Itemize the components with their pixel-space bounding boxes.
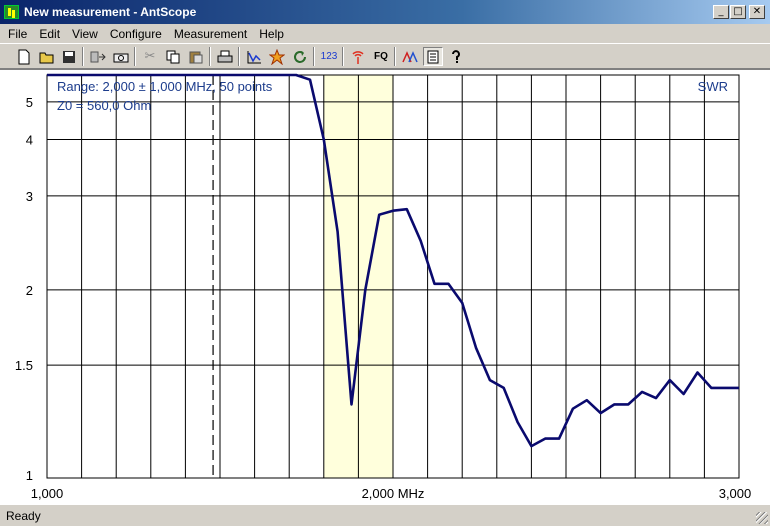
toolbar-separator (134, 47, 136, 66)
toolbar-separator (82, 47, 84, 66)
print-icon[interactable] (215, 47, 235, 66)
frequency-button[interactable]: FQ (371, 47, 391, 66)
close-button[interactable]: ✕ (749, 5, 765, 19)
z0-info-text: Z0 = 560,0 Ohm (57, 98, 151, 113)
series-label: SWR (698, 79, 728, 94)
y-tick-label: 2 (26, 283, 33, 298)
cut-icon[interactable]: ✂ (140, 47, 160, 66)
y-tick-label: 1.5 (15, 358, 33, 373)
menu-file[interactable]: File (0, 27, 33, 41)
toolbar-separator (209, 47, 211, 66)
y-tick-label: 4 (26, 132, 33, 147)
sweep-curves-icon[interactable] (400, 47, 420, 66)
x-tick-label: 1,000 (31, 486, 64, 501)
title-bar: New measurement - AntScope _ □ ✕ (0, 0, 770, 24)
numeric-view-button[interactable]: 123 (319, 47, 339, 66)
maximize-button[interactable]: □ (730, 5, 746, 19)
status-bar: Ready (0, 504, 770, 526)
window-title: New measurement - AntScope (24, 5, 197, 19)
minimize-button[interactable]: _ (713, 5, 729, 19)
menu-edit[interactable]: Edit (33, 27, 66, 41)
save-icon[interactable] (59, 47, 79, 66)
notes-list-icon[interactable] (423, 47, 443, 66)
range-info-text: Range: 2,000 ± 1,000 MHz, 50 points (57, 79, 273, 94)
antenna-icon[interactable] (348, 47, 368, 66)
y-tick-label: 5 (26, 95, 33, 110)
status-text: Ready (6, 509, 41, 523)
menu-measurement[interactable]: Measurement (168, 27, 253, 41)
menu-configure[interactable]: Configure (104, 27, 168, 41)
toolbar: ✂ 123 FQ (0, 43, 770, 69)
camera-icon[interactable] (111, 47, 131, 66)
y-tick-label: 1 (26, 468, 33, 483)
menu-bar: File Edit View Configure Measurement Hel… (0, 24, 770, 43)
toolbar-separator (342, 47, 344, 66)
swr-chart[interactable]: 1 1.5 2 3 4 5 1,000 2,000 MHz 3,000 Range: 2,00… (0, 70, 770, 505)
help-icon[interactable] (446, 47, 466, 66)
x-tick-label: 3,000 (719, 486, 752, 501)
open-folder-icon[interactable] (37, 47, 57, 66)
y-tick-label: 3 (26, 189, 33, 204)
resize-grip[interactable] (756, 512, 768, 524)
menu-view[interactable]: View (66, 27, 104, 41)
copy-icon[interactable] (163, 47, 183, 66)
app-icon[interactable] (4, 5, 19, 19)
menu-help[interactable]: Help (253, 27, 290, 41)
new-file-icon[interactable] (14, 47, 34, 66)
star-marker-icon[interactable] (267, 47, 287, 66)
graph-icon[interactable] (244, 47, 264, 66)
paste-icon[interactable] (186, 47, 206, 66)
toolbar-separator (313, 47, 315, 66)
swr-chart-panel[interactable]: 1 1.5 2 3 4 5 1,000 2,000 MHz 3,000 Range: 2,00… (0, 69, 770, 505)
export-icon[interactable] (88, 47, 108, 66)
refresh-icon[interactable] (290, 47, 310, 66)
toolbar-separator (238, 47, 240, 66)
x-tick-label: 2,000 MHz (362, 486, 425, 501)
toolbar-separator (394, 47, 396, 66)
